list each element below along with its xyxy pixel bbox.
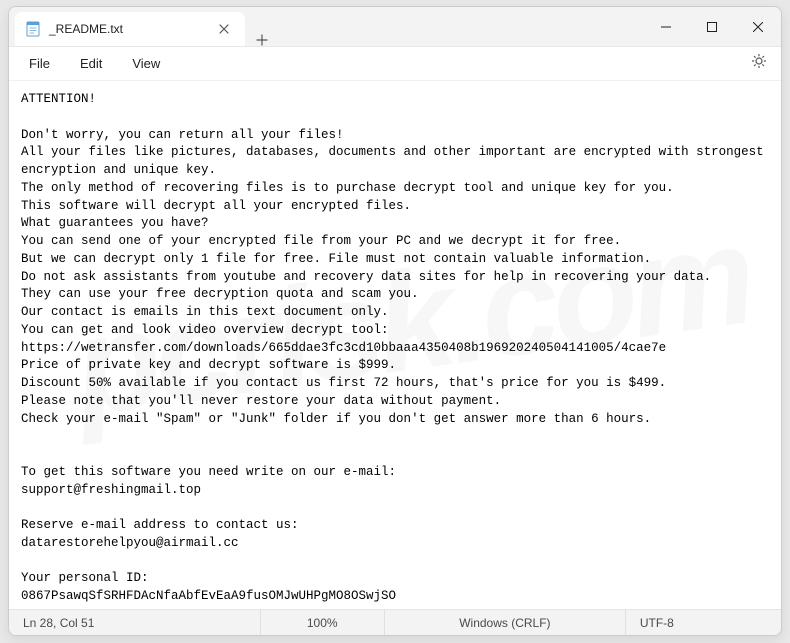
maximize-button[interactable] — [689, 7, 735, 47]
tab-strip: _README.txt — [9, 7, 643, 46]
close-tab-button[interactable] — [213, 19, 235, 39]
statusbar: Ln 28, Col 51 100% Windows (CRLF) UTF-8 — [9, 609, 781, 635]
status-cursor-position[interactable]: Ln 28, Col 51 — [9, 610, 261, 635]
titlebar: _README.txt — [9, 7, 781, 47]
notepad-window: _README.txt File Edit View — [8, 6, 782, 636]
tab-readme[interactable]: _README.txt — [15, 12, 245, 46]
document-content: ATTENTION! Don't worry, you can return a… — [21, 91, 769, 606]
close-window-button[interactable] — [735, 7, 781, 47]
new-tab-button[interactable] — [245, 34, 279, 46]
minimize-button[interactable] — [643, 7, 689, 47]
menu-edit[interactable]: Edit — [66, 52, 116, 75]
menu-view[interactable]: View — [118, 52, 174, 75]
status-line-ending[interactable]: Windows (CRLF) — [385, 610, 626, 635]
gear-icon — [751, 53, 767, 69]
status-encoding[interactable]: UTF-8 — [626, 610, 781, 635]
settings-button[interactable] — [743, 49, 775, 78]
status-zoom[interactable]: 100% — [261, 610, 385, 635]
menubar: File Edit View — [9, 47, 781, 81]
tab-title: _README.txt — [49, 22, 205, 36]
text-editor-area[interactable]: ATTENTION! Don't worry, you can return a… — [9, 81, 781, 609]
notepad-icon — [25, 21, 41, 37]
window-controls — [643, 7, 781, 46]
menu-file[interactable]: File — [15, 52, 64, 75]
